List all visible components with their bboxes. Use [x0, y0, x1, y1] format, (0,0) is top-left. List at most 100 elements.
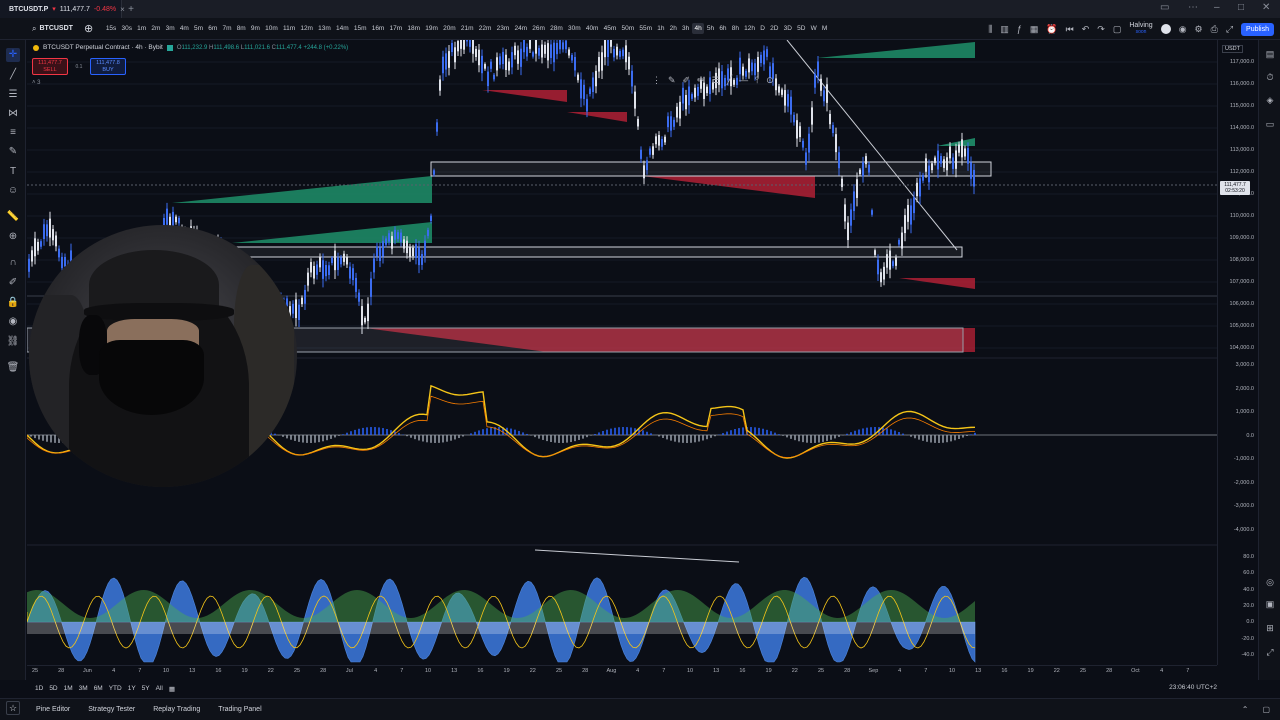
- interval-W[interactable]: W: [808, 23, 819, 34]
- magnet-icon[interactable]: ∩: [6, 256, 20, 270]
- alerts-clock-icon[interactable]: ⏱: [1264, 71, 1276, 83]
- ray-icon[interactable]: ╱: [727, 75, 732, 86]
- gear-icon[interactable]: ⚙: [1195, 24, 1203, 35]
- window-minimize-icon[interactable]: –: [1214, 2, 1220, 13]
- bottom-tab[interactable]: Strategy Tester: [88, 706, 135, 713]
- buy-button[interactable]: 111,477.8 BUY: [90, 58, 126, 75]
- range-5D[interactable]: 5D: [49, 685, 57, 692]
- lock-icon[interactable]: 🔒: [6, 296, 20, 310]
- interval-2m[interactable]: 2m: [149, 23, 163, 34]
- new-tab-button[interactable]: +: [122, 4, 140, 15]
- drag-handle-icon[interactable]: ⋮: [652, 75, 661, 86]
- interval-7m[interactable]: 7m: [220, 23, 234, 34]
- price-scale[interactable]: USDT 117,000.0 116,000.0 115,000.0 114,000.…: [1217, 40, 1258, 665]
- interval-M[interactable]: M: [819, 23, 830, 34]
- replay-icon[interactable]: ⏮: [1066, 24, 1074, 35]
- interval-14m[interactable]: 14m: [333, 23, 351, 34]
- interval-3m[interactable]: 3m: [163, 23, 177, 34]
- watchlist-icon[interactable]: ▤: [1264, 48, 1276, 60]
- bottom-tab[interactable]: Pine Editor: [36, 706, 70, 713]
- trash-icon[interactable]: 🗑: [6, 361, 20, 375]
- user-avatar-icon[interactable]: [1160, 24, 1171, 34]
- interval-10m[interactable]: 10m: [263, 23, 281, 34]
- date-range-icon[interactable]: ▦: [169, 685, 175, 693]
- interval-12m[interactable]: 12m: [298, 23, 316, 34]
- text-icon[interactable]: T: [6, 165, 20, 179]
- brush-icon[interactable]: ✎: [6, 145, 20, 159]
- interval-55m[interactable]: 55m: [637, 23, 655, 34]
- interval-6m[interactable]: 6m: [206, 23, 220, 34]
- compare-symbol-icon[interactable]: ⊕: [84, 22, 93, 35]
- pattern-icon[interactable]: ⋈: [6, 107, 20, 121]
- interval-16m[interactable]: 16m: [369, 23, 387, 34]
- interval-30m[interactable]: 30m: [565, 23, 583, 34]
- window-more-icon[interactable]: ⋯: [1188, 2, 1198, 13]
- trendline-icon[interactable]: ╱: [6, 68, 20, 82]
- interval-19m[interactable]: 19m: [423, 23, 441, 34]
- interval-40m[interactable]: 40m: [583, 23, 601, 34]
- line-style-icon[interactable]: ☰: [712, 75, 720, 86]
- favorite-star-icon[interactable]: ☆: [6, 701, 20, 715]
- interval-22m[interactable]: 22m: [476, 23, 494, 34]
- interval-5m[interactable]: 5m: [191, 23, 205, 34]
- brush-tool-icon[interactable]: ✏: [697, 75, 705, 86]
- zoom-icon[interactable]: ⊕: [6, 230, 20, 244]
- indicators-icon[interactable]: ƒ: [1017, 24, 1022, 34]
- interval-11m[interactable]: 11m: [280, 23, 297, 34]
- interval-24m[interactable]: 24m: [512, 23, 530, 34]
- interval-20m[interactable]: 20m: [440, 23, 458, 34]
- candles-icon[interactable]: ⫼: [988, 24, 992, 35]
- interval-5D[interactable]: 5D: [795, 23, 809, 34]
- range-5Y[interactable]: 5Y: [142, 685, 150, 692]
- interval-23m[interactable]: 23m: [494, 23, 512, 34]
- interval-8m[interactable]: 8m: [234, 23, 248, 34]
- interval-2h[interactable]: 2h: [667, 23, 679, 34]
- halving-widget[interactable]: Halving soon: [1129, 22, 1152, 36]
- time-scale[interactable]: 25 28 Jun 4 7 10 13 16 19 22 25 28 Jul 4 7 10 13 16 19 22 25…: [27, 665, 1217, 678]
- emoji-icon[interactable]: ☺: [6, 184, 20, 198]
- interval-12h[interactable]: 12h: [742, 23, 758, 34]
- layers-icon[interactable]: ◈: [1264, 94, 1276, 106]
- expand-icon[interactable]: ⤢: [1226, 24, 1233, 35]
- alert-icon[interactable]: ⏰: [1046, 24, 1057, 35]
- camera-icon[interactable]: ◉: [1179, 24, 1187, 35]
- interval-18m[interactable]: 18m: [405, 23, 423, 34]
- interval-1h[interactable]: 1h: [655, 23, 667, 34]
- fib-icon[interactable]: ≡: [6, 126, 20, 140]
- interval-50m[interactable]: 50m: [619, 23, 637, 34]
- expand-panel-icon[interactable]: ⤢: [1264, 646, 1276, 658]
- interval-15s[interactable]: 15s: [103, 23, 119, 34]
- eye-icon[interactable]: ◉: [6, 315, 20, 329]
- window-close-icon[interactable]: ✕: [1262, 2, 1270, 13]
- interval-4m[interactable]: 4m: [177, 23, 191, 34]
- calendar-icon[interactable]: ▣: [1264, 598, 1276, 610]
- horizontal-line-icon[interactable]: —: [739, 75, 748, 85]
- bottom-tab[interactable]: Replay Trading: [153, 706, 200, 713]
- range-1D[interactable]: 1D: [35, 685, 43, 692]
- interval-15m[interactable]: 15m: [351, 23, 369, 34]
- collapse-panel-icon[interactable]: ⌃: [1242, 705, 1249, 714]
- link-icon[interactable]: ⛓: [6, 335, 20, 349]
- interval-30s[interactable]: 30s: [119, 23, 135, 34]
- interval-21m[interactable]: 21m: [458, 23, 476, 34]
- apps-grid-icon[interactable]: ⊞: [1264, 622, 1276, 634]
- interval-26m[interactable]: 26m: [530, 23, 548, 34]
- horizontal-lines-icon[interactable]: ☰: [6, 88, 20, 102]
- maximize-panel-icon[interactable]: ▢: [1262, 705, 1270, 714]
- interval-28m[interactable]: 28m: [548, 23, 566, 34]
- range-All[interactable]: All: [156, 685, 163, 692]
- layout-grid-icon[interactable]: ▦: [1030, 24, 1039, 35]
- chart-type-icon[interactable]: ▥: [1000, 24, 1009, 35]
- undo-icon[interactable]: ↶: [1082, 24, 1090, 35]
- bottom-tab[interactable]: Trading Panel: [218, 706, 261, 713]
- pen-icon[interactable]: ✎: [668, 75, 676, 86]
- interval-3h[interactable]: 3h: [679, 23, 691, 34]
- range-YTD[interactable]: YTD: [109, 685, 122, 692]
- browser-tab[interactable]: BTCUSDT.P ▾ 111,477.7 -0.48% ×: [0, 0, 125, 18]
- redo-icon[interactable]: ↷: [1097, 24, 1105, 35]
- range-6M[interactable]: 6M: [94, 685, 103, 692]
- interval-4h[interactable]: 4h: [691, 23, 705, 34]
- fork-icon[interactable]: ⫯: [755, 75, 759, 86]
- interval-D[interactable]: D: [758, 23, 768, 34]
- fullscreen-icon[interactable]: ▢: [1113, 24, 1122, 35]
